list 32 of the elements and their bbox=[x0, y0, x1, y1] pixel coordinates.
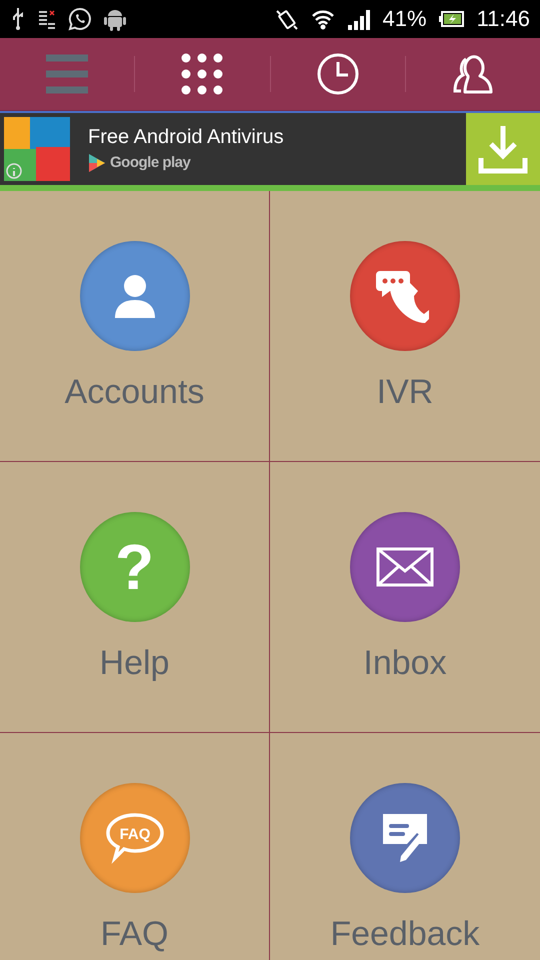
tile-label: Feedback bbox=[330, 915, 480, 954]
menu-tile[interactable]: ? Help bbox=[0, 462, 270, 733]
battery-percent: 41% bbox=[382, 6, 427, 32]
signal-icon bbox=[346, 8, 371, 30]
contacts-icon[interactable] bbox=[452, 54, 494, 94]
person-icon bbox=[114, 274, 154, 318]
tile-label: IVR bbox=[376, 373, 434, 412]
tile-label: Inbox bbox=[363, 644, 447, 683]
play-store-icon bbox=[88, 152, 106, 172]
chat-phone-icon bbox=[68, 7, 92, 31]
download-icon bbox=[478, 124, 528, 174]
tile-label: Accounts bbox=[64, 373, 204, 412]
store-name: Google play bbox=[110, 154, 190, 171]
menu-tile[interactable]: Inbox bbox=[270, 462, 540, 733]
question-mark-icon: ? bbox=[114, 535, 154, 599]
android-icon bbox=[104, 7, 126, 31]
list-icon bbox=[38, 9, 56, 29]
ad-banner[interactable]: Free Android Antivirus Google play bbox=[0, 111, 540, 191]
tile-label: FAQ bbox=[100, 915, 169, 954]
clock-icon[interactable] bbox=[316, 53, 359, 95]
usb-icon bbox=[10, 7, 26, 31]
menu-tile[interactable]: FAQ FAQ bbox=[0, 733, 270, 960]
menu-tile[interactable]: Accounts bbox=[0, 191, 270, 462]
battery-icon bbox=[438, 10, 465, 28]
ad-title: Free Android Antivirus bbox=[88, 126, 285, 148]
envelope-icon bbox=[376, 547, 434, 587]
clock-time: 11:46 bbox=[476, 6, 530, 32]
wifi-icon bbox=[310, 8, 335, 30]
dialpad-icon[interactable] bbox=[181, 53, 224, 95]
menu-tile[interactable]: Feedback bbox=[270, 733, 540, 960]
tile-label: Help bbox=[100, 644, 170, 683]
menu-tile[interactable]: IVR bbox=[270, 191, 540, 462]
